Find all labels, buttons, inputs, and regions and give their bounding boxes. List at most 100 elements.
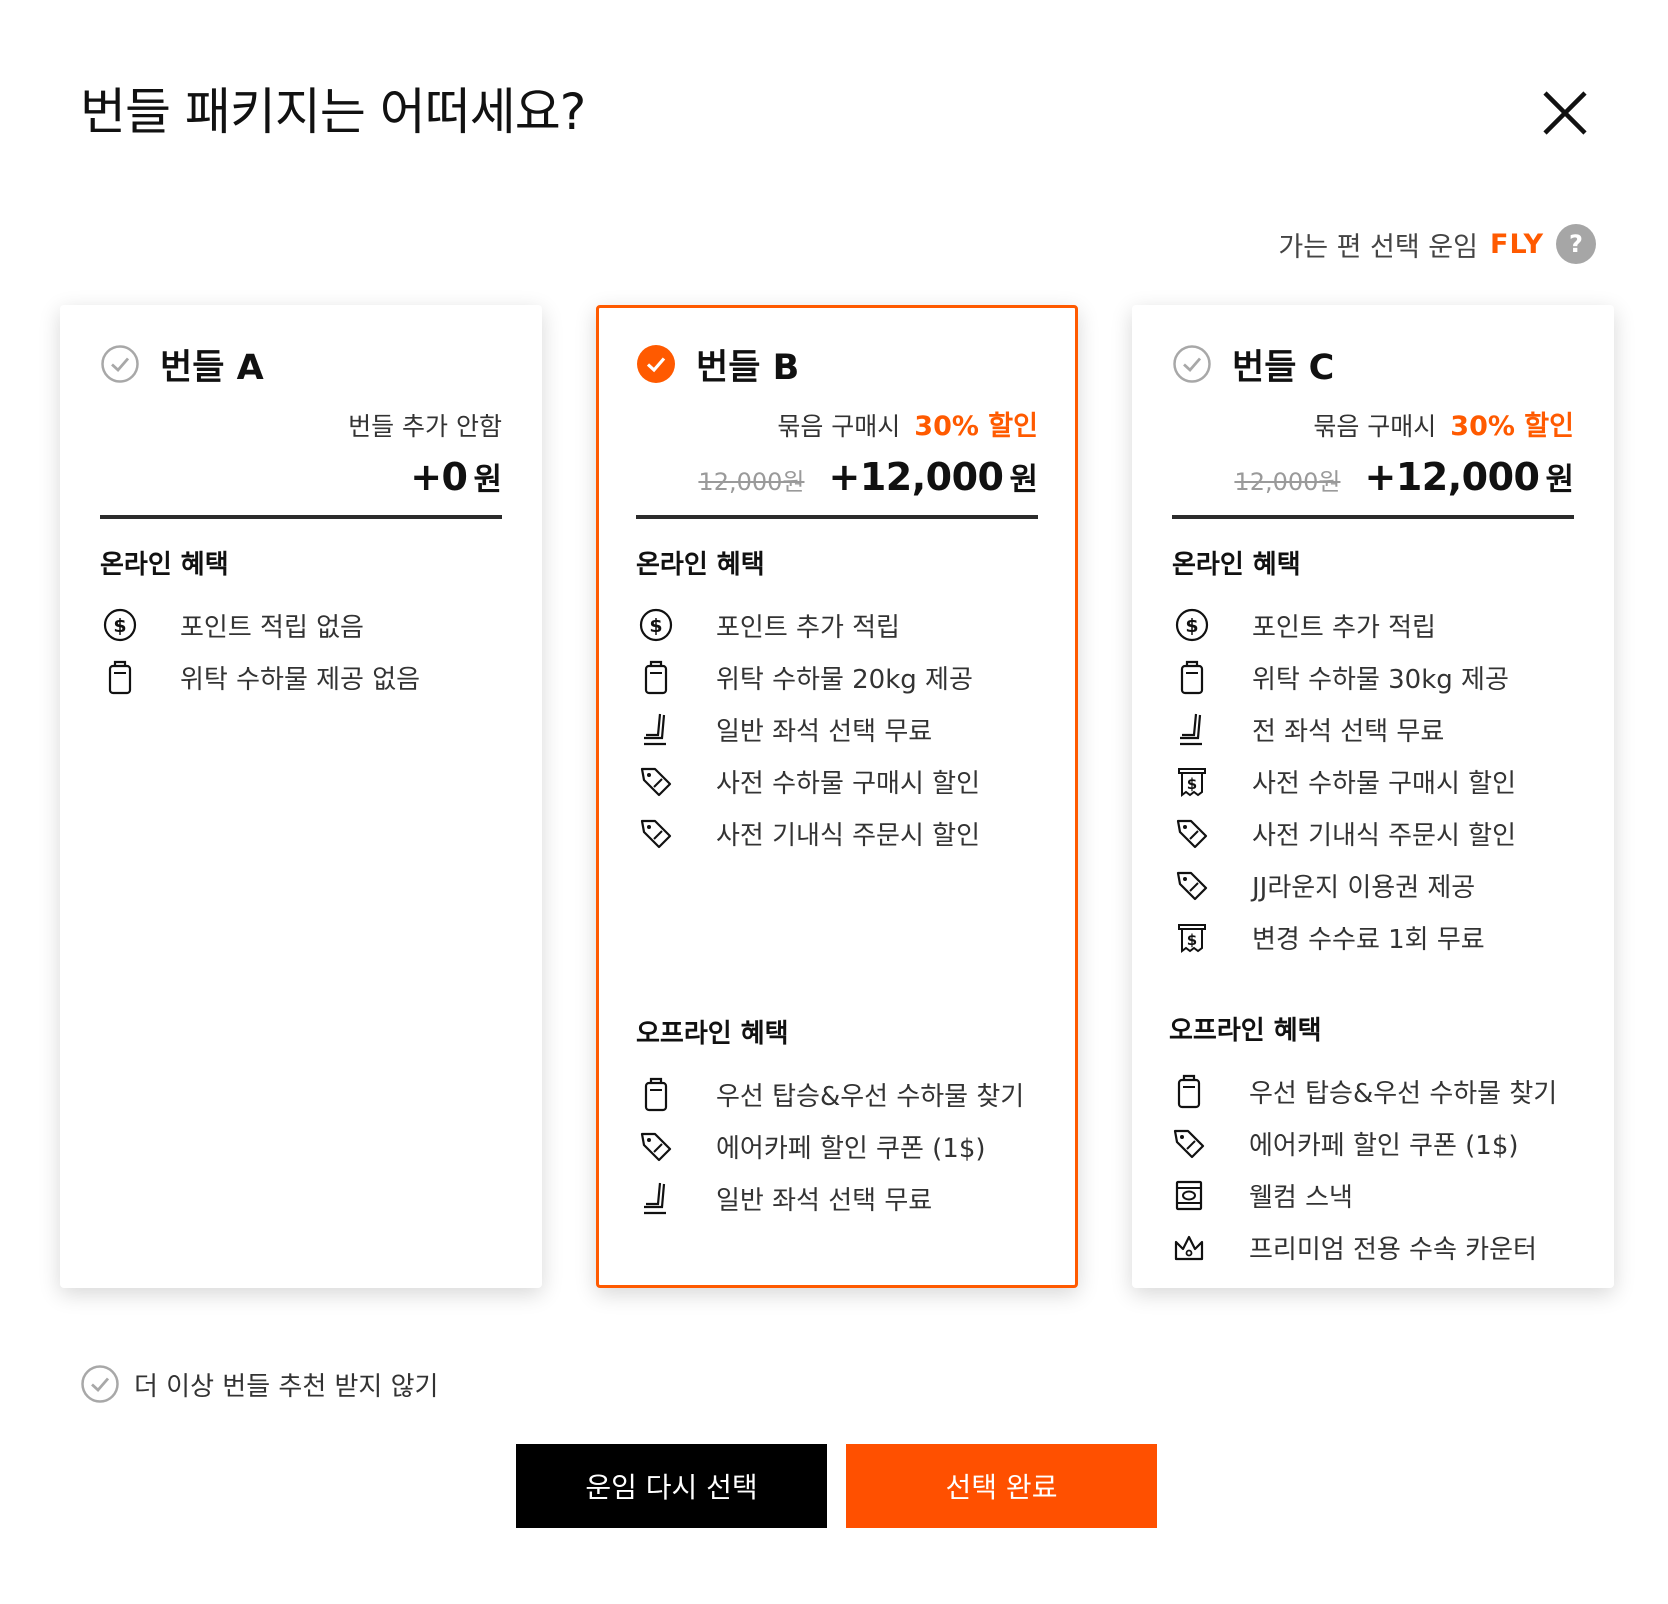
benefit-text: 사전 수하물 구매시 할인	[716, 768, 980, 799]
bundle-price: +12,000	[828, 455, 1004, 499]
luggage-icon	[636, 657, 676, 697]
selected-fare: 가는 편 선택 운임 FLY ?	[1278, 222, 1596, 266]
fare-value: FLY	[1490, 228, 1544, 260]
svg-text:$: $	[649, 615, 662, 637]
benefit-item: 사전 수하물 구매시 할인	[636, 755, 1038, 807]
tag-icon	[1172, 865, 1212, 905]
luggage-icon	[1172, 657, 1212, 697]
benefit-text: 전 좌석 선택 무료	[1252, 716, 1445, 747]
original-price: 12,000원	[698, 468, 805, 496]
dollar-icon: $	[636, 605, 676, 645]
check-circle-icon[interactable]	[80, 1364, 120, 1404]
benefit-item: 에어카페 할인 쿠폰 (1$)	[636, 1120, 1038, 1172]
bundle-name: 번들 C	[1232, 347, 1335, 388]
benefit-item: 일반 좌석 선택 무료	[636, 703, 1038, 755]
receipt-icon: $	[1172, 761, 1212, 801]
receipt-icon: $	[1172, 917, 1212, 957]
close-button[interactable]	[1540, 88, 1590, 138]
offline-benefits: 우선 탑승&우선 수하물 찾기 에어카페 할인 쿠폰 (1$) 일반 좌석 선택…	[636, 1068, 1038, 1224]
price-box: 묶음 구매시 30% 할인 12,000원 +12,000 원	[636, 405, 1038, 519]
benefit-item: $ 변경 수수료 1회 무료	[1172, 911, 1574, 963]
bundle-price: +12,000	[1364, 455, 1540, 499]
dollar-icon: $	[1172, 605, 1212, 645]
online-benefits: $ 포인트 추가 적립 위탁 수하물 20kg 제공 일반 좌석 선택 무료 사…	[636, 599, 1038, 859]
offline-benefits-section: 오프라인 혜택 우선 탑승&우선 수하물 찾기 에어카페 할인 쿠폰 (1$) …	[636, 988, 1038, 1224]
price-note: 번들 추가 안함	[348, 412, 502, 441]
reselect-fare-button[interactable]: 운임 다시 선택	[516, 1444, 827, 1528]
tag-icon	[1169, 1123, 1209, 1163]
luggage-icon	[636, 1074, 676, 1114]
benefit-item: 사전 기내식 주문시 할인	[1172, 807, 1574, 859]
online-benefits: $ 포인트 추가 적립 위탁 수하물 30kg 제공 전 좌석 선택 무료 $ …	[1172, 599, 1574, 963]
tag-icon	[1172, 813, 1212, 853]
check-circle-icon[interactable]	[100, 344, 140, 384]
no-recommend-label: 더 이상 번들 추천 받지 않기	[134, 1371, 439, 1402]
benefit-text: 포인트 적립 없음	[180, 612, 364, 643]
seat-icon	[636, 1178, 676, 1218]
discount-rate: 30% 할인	[1450, 411, 1574, 442]
benefit-text: 프리미엄 전용 수속 카운터	[1249, 1234, 1537, 1265]
benefit-text: 우선 탑승&우선 수하물 찾기	[716, 1081, 1025, 1112]
check-circle-filled-icon[interactable]	[636, 344, 676, 384]
seat-icon	[636, 709, 676, 749]
tag-icon	[636, 1126, 676, 1166]
card-header: 번들 A	[100, 341, 502, 388]
benefit-item: 위탁 수하물 제공 없음	[100, 651, 502, 703]
card-header: 번들 B	[636, 341, 1038, 388]
bundle-price: +0	[410, 455, 468, 499]
tag-icon	[636, 761, 676, 801]
svg-text:$: $	[1187, 931, 1197, 949]
page-title: 번들 패키지는 어떠세요?	[80, 83, 586, 141]
crown-icon	[1169, 1227, 1209, 1267]
svg-text:$: $	[1187, 775, 1197, 793]
benefit-text: 위탁 수하물 20kg 제공	[716, 664, 973, 695]
benefit-item: JJ라운지 이용권 제공	[1172, 859, 1574, 911]
luggage-icon	[1169, 1071, 1209, 1111]
help-icon[interactable]: ?	[1556, 224, 1596, 264]
benefit-text: 우선 탑승&우선 수하물 찾기	[1249, 1078, 1558, 1109]
bundle-name: 번들 A	[160, 347, 264, 388]
benefit-text: 일반 좌석 선택 무료	[716, 716, 933, 747]
price-note: 묶음 구매시	[1313, 412, 1437, 441]
offline-benefits-title: 오프라인 혜택	[1169, 1016, 1322, 1046]
bundle-card-b[interactable]: 번들 B 묶음 구매시 30% 할인 12,000원 +12,000 원 온라인 혜택…	[596, 305, 1078, 1288]
offline-benefits-title: 오프라인 혜택	[636, 1019, 789, 1049]
online-benefits-title: 온라인 혜택	[100, 550, 229, 580]
benefit-item: 에어카페 할인 쿠폰 (1$)	[1169, 1117, 1577, 1169]
online-benefits: $ 포인트 적립 없음 위탁 수하물 제공 없음	[100, 599, 502, 703]
bundle-card-a[interactable]: 번들 A 번들 추가 안함 +0 원 온라인 혜택 $ 포인트 적립 없음 위탁 …	[60, 305, 542, 1288]
price-box: 묶음 구매시 30% 할인 12,000원 +12,000 원	[1172, 405, 1574, 519]
benefit-item: $ 포인트 적립 없음	[100, 599, 502, 651]
discount-rate: 30% 할인	[914, 411, 1038, 442]
check-circle-icon[interactable]	[1172, 344, 1212, 384]
online-benefits-title: 온라인 혜택	[636, 550, 765, 580]
benefit-text: 사전 기내식 주문시 할인	[1252, 820, 1516, 851]
benefit-text: 위탁 수하물 제공 없음	[180, 664, 421, 695]
no-recommend-checkbox[interactable]: 더 이상 번들 추천 받지 않기	[80, 1364, 438, 1404]
benefit-item: 프리미엄 전용 수속 카운터	[1169, 1221, 1577, 1273]
confirm-selection-button[interactable]: 선택 완료	[846, 1444, 1157, 1528]
fare-label: 가는 편 선택 운임	[1278, 231, 1478, 263]
offline-benefits: 우선 탑승&우선 수하물 찾기 에어카페 할인 쿠폰 (1$) 웰컴 스낵 프리…	[1169, 1065, 1577, 1273]
seat-icon	[1172, 709, 1212, 749]
snack-icon	[1169, 1175, 1209, 1215]
benefit-text: 사전 수하물 구매시 할인	[1252, 768, 1516, 799]
offline-benefits-section: 오프라인 혜택 우선 탑승&우선 수하물 찾기 에어카페 할인 쿠폰 (1$) …	[1169, 985, 1577, 1273]
benefit-text: 일반 좌석 선택 무료	[716, 1185, 933, 1216]
benefit-text: JJ라운지 이용권 제공	[1252, 872, 1476, 903]
benefit-item: 우선 탑승&우선 수하물 찾기	[1169, 1065, 1577, 1117]
bundle-card-c[interactable]: 번들 C 묶음 구매시 30% 할인 12,000원 +12,000 원 온라인 혜택…	[1132, 305, 1614, 1288]
benefit-text: 웰컴 스낵	[1249, 1182, 1353, 1213]
won-unit: 원	[1009, 462, 1038, 498]
tag-icon	[636, 813, 676, 853]
benefit-item: $ 포인트 추가 적립	[636, 599, 1038, 651]
price-note: 묶음 구매시	[777, 412, 901, 441]
benefit-item: 일반 좌석 선택 무료	[636, 1172, 1038, 1224]
benefit-text: 포인트 추가 적립	[716, 612, 900, 643]
dollar-icon: $	[100, 605, 140, 645]
won-unit: 원	[1545, 462, 1574, 498]
benefit-item: 우선 탑승&우선 수하물 찾기	[636, 1068, 1038, 1120]
luggage-icon	[100, 657, 140, 697]
benefit-item: $ 사전 수하물 구매시 할인	[1172, 755, 1574, 807]
original-price: 12,000원	[1234, 468, 1341, 496]
